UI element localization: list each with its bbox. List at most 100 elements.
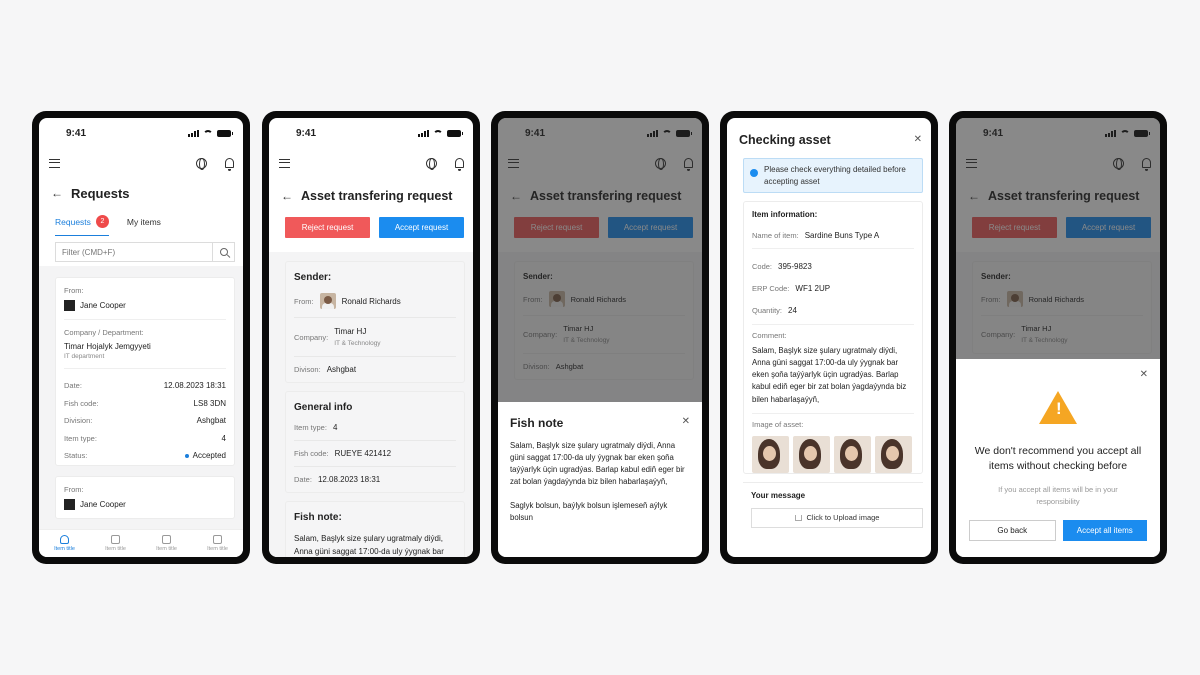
fish-note-heading: Fish note:: [294, 512, 342, 524]
bell-icon[interactable]: [225, 158, 234, 171]
page-title: Checking asset: [739, 133, 831, 147]
status-row: Status: Accepted: [64, 447, 226, 465]
request-details: Sender: From: Ronald Richards Company: Tim…: [269, 252, 473, 557]
fish-note-paragraph: Salam, Başlyk size şulary ugratmaly diýd…: [510, 441, 685, 487]
image-label: Image of asset:: [752, 419, 804, 429]
phone-transfer-request: 9:41 ← Asset transfering request Reject …: [262, 111, 480, 564]
list-icon: [213, 535, 222, 544]
nav-label: Item title: [156, 546, 177, 552]
row-value: LS8 3DN: [193, 398, 226, 408]
battery-icon: [217, 129, 233, 137]
back-arrow-icon[interactable]: ←: [51, 186, 71, 200]
row-value: 4: [221, 433, 226, 443]
nav-item[interactable]: Item title: [39, 530, 90, 557]
asset-image[interactable]: [834, 435, 871, 473]
sheet-header: Checking asset: [727, 118, 931, 160]
page-title: Requests: [71, 185, 130, 201]
close-icon[interactable]: ✕: [682, 416, 690, 427]
comment-label: Comment:: [752, 331, 787, 341]
company-department: IT department: [64, 353, 105, 360]
avatar: [319, 293, 336, 309]
phone-checking-asset: Checking asset ✕ Please check everything…: [720, 111, 938, 564]
date-label: Date:: [294, 475, 312, 485]
nav-item[interactable]: Item title: [192, 530, 243, 557]
nav-item[interactable]: Item title: [141, 530, 192, 557]
page-header: ← Requests: [39, 178, 243, 208]
confirm-dialog: ✕ ! We don't recommend you accept all it…: [956, 359, 1160, 557]
item-type-label: Item type:: [294, 423, 327, 433]
fish-note-panel[interactable]: Fish note: Salam, Başlyk size şulary ugr…: [285, 501, 465, 557]
tabs: Requests 2 My items: [39, 208, 243, 236]
request-card[interactable]: From: Jane Cooper: [55, 475, 235, 519]
erp-code-label: ERP Code:: [752, 283, 790, 293]
screen: 9:41 ← Requests Requests 2 My items From:…: [39, 118, 243, 557]
fish-note-text: Salam, Başlyk size şulary ugratmaly diýd…: [294, 534, 444, 556]
code-value: 395-9823: [778, 261, 812, 271]
asset-image[interactable]: [793, 435, 830, 473]
status-time: 9:41: [296, 127, 317, 139]
nav-item[interactable]: Item title: [90, 530, 141, 557]
date-value: 12.08.2023 18:31: [317, 475, 381, 485]
from-label: From:: [64, 286, 84, 295]
tab-requests[interactable]: Requests 2: [55, 208, 109, 236]
phone-confirm-accept: 9:41 ← Asset transfering request Reject …: [949, 111, 1167, 564]
bell-icon[interactable]: [455, 158, 464, 171]
filter-input[interactable]: [56, 243, 212, 261]
go-back-button[interactable]: Go back: [969, 520, 1056, 542]
from-label: From:: [64, 484, 84, 494]
top-bar: [39, 148, 243, 178]
video-icon: [111, 535, 120, 544]
row-value: 12.08.2023 18:31: [163, 381, 226, 391]
nav-label: Item title: [105, 546, 126, 552]
company-sub: IT & Technology: [334, 340, 381, 348]
back-arrow-icon[interactable]: ←: [281, 189, 301, 203]
upload-image-button[interactable]: Click to Upload image: [751, 507, 923, 528]
reject-request-button[interactable]: Reject request: [285, 217, 370, 238]
general-info-heading: General info: [294, 402, 353, 414]
sheet-title: Fish note: [510, 416, 564, 430]
erp-code-value: WF1 2UP: [795, 283, 831, 293]
wifi-icon: [433, 129, 443, 137]
item-type-row: Item type: 4: [64, 430, 226, 448]
tab-label: My items: [126, 217, 161, 227]
asset-image[interactable]: [752, 435, 789, 473]
company-label: Company / Department:: [64, 328, 144, 337]
upload-label: Click to Upload image: [806, 513, 880, 523]
search-button[interactable]: [212, 243, 234, 261]
fish-code-value: RUEYE 421412: [334, 449, 392, 459]
globe-icon[interactable]: [196, 157, 207, 170]
accept-request-button[interactable]: Accept request: [379, 217, 464, 238]
sender-heading: Sender:: [294, 272, 332, 283]
name-value: Sardine Buns Type A: [804, 230, 880, 240]
menu-icon[interactable]: [279, 158, 290, 168]
fish-code-row: Fish code: LS8 3DN: [64, 395, 226, 413]
company-name: Timar Hojalyk Jemgyyeti: [64, 342, 151, 351]
from-name: Jane Cooper: [80, 301, 126, 310]
from-label: From:: [294, 296, 314, 306]
dialog-title: We don't recommend you accept all items …: [974, 445, 1142, 473]
top-bar: [269, 148, 473, 178]
close-icon[interactable]: ✕: [914, 134, 922, 145]
menu-icon[interactable]: [49, 158, 60, 168]
tab-my-items[interactable]: My items: [127, 208, 161, 236]
company-label: Company:: [294, 332, 329, 342]
status-bar: 9:41: [39, 118, 243, 148]
sender-panel: Sender: From: Ronald Richards Company: Tim…: [285, 261, 465, 384]
row-label: Date:: [64, 381, 82, 391]
signal-icon: [188, 129, 199, 137]
item-info-heading: Item information:: [752, 210, 818, 220]
code-label: Code:: [752, 261, 773, 271]
globe-icon[interactable]: [426, 157, 437, 170]
battery-icon: [447, 129, 463, 137]
item-info-card: Item information: Name of item: Sardine B…: [743, 201, 923, 474]
quantity-value: 24: [788, 305, 797, 315]
accept-all-button[interactable]: Accept all items: [1062, 520, 1147, 542]
company-name: Timar HJ: [334, 327, 367, 336]
division-label: Divison:: [294, 365, 321, 375]
item-type-value: 4: [332, 423, 338, 433]
request-card[interactable]: From: Jane Cooper Company / Department: …: [55, 277, 235, 466]
asset-image[interactable]: [875, 435, 912, 473]
division-value: Ashgbat: [326, 365, 357, 375]
banner-text: Please check everything detailed before …: [764, 165, 906, 186]
close-icon[interactable]: ✕: [1140, 369, 1148, 380]
